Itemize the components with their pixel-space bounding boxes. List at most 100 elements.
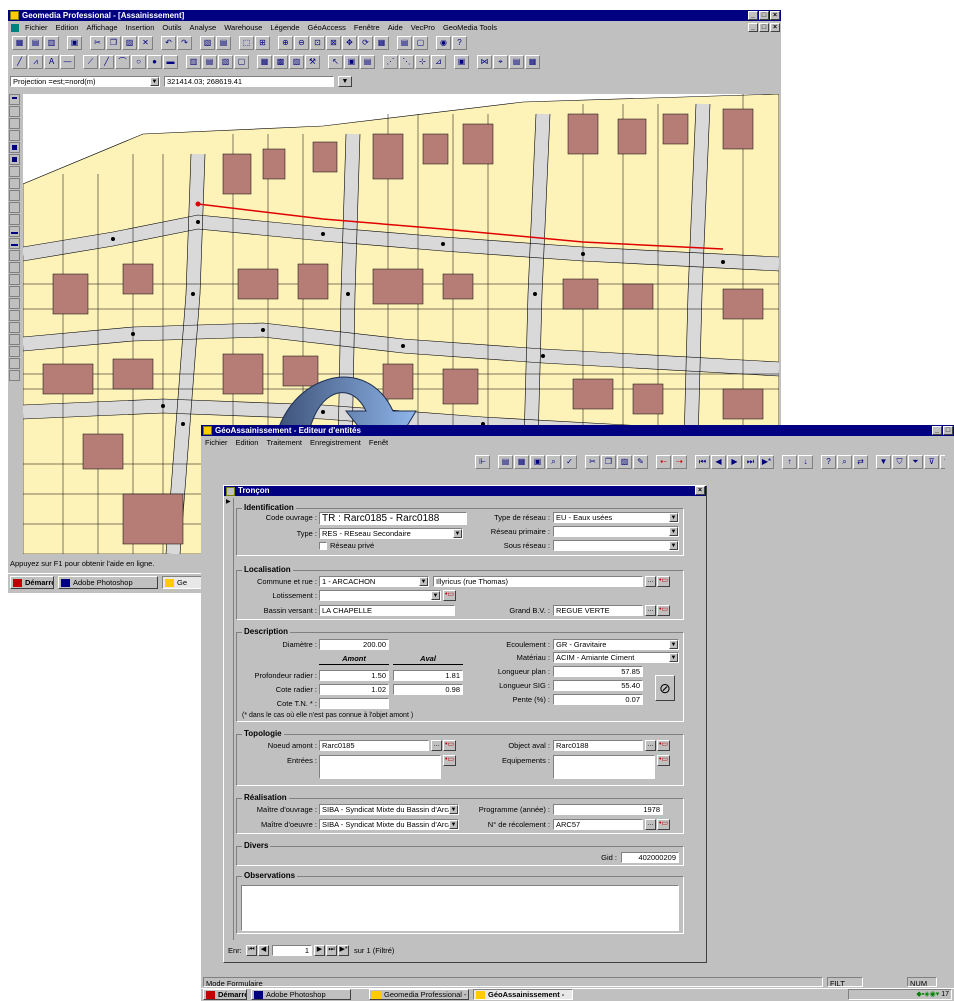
recolement-link-icon[interactable]: •▭ xyxy=(657,819,670,830)
layer-icon[interactable]: ▧ xyxy=(200,36,215,50)
doc-minimize-button[interactable]: _ xyxy=(748,23,758,32)
tray-icons[interactable]: ◆▪◈◉▾ xyxy=(916,991,939,998)
chevron-down-icon[interactable]: ▼ xyxy=(431,591,440,600)
geoaccess-icon[interactable]: ▦ xyxy=(525,55,540,69)
code-ouvrage-field[interactable]: TR : Rarc0185 - Rarc0188 xyxy=(319,512,467,525)
equipements-list[interactable] xyxy=(553,755,655,779)
taskbar-geoassainissement[interactable]: GéoAssainissement - xyxy=(473,989,573,1000)
grand-bv-field[interactable]: REGUE VERTE xyxy=(553,605,643,616)
first-record-icon[interactable]: ⏮ xyxy=(695,455,710,469)
replace-icon[interactable]: ⇄ xyxy=(853,455,868,469)
menu-edition[interactable]: Edition xyxy=(236,438,259,447)
format-painter-icon[interactable]: ✎ xyxy=(633,455,648,469)
editor-minimize-button[interactable]: _ xyxy=(932,426,942,435)
remove-filter-icon[interactable]: ⊽ xyxy=(924,455,939,469)
data-window-icon[interactable]: ▤ xyxy=(397,36,412,50)
attachment-button[interactable]: ⊘ xyxy=(655,675,675,701)
cut-icon[interactable]: ✂ xyxy=(585,455,600,469)
next-record-button[interactable]: ▶ xyxy=(314,945,325,956)
vertex-edit-icon[interactable]: ▤ xyxy=(360,55,375,69)
zoom-window-icon[interactable]: ⊡ xyxy=(310,36,325,50)
taskbar-photoshop[interactable]: Adobe Photoshop xyxy=(251,989,351,1000)
new-icon[interactable]: ▦ xyxy=(12,36,27,50)
report-icon[interactable]: ▤ xyxy=(509,55,524,69)
objet-aval-browse-button[interactable]: … xyxy=(645,740,656,751)
taskbar-geomedia[interactable]: Geomedia Professional - [A xyxy=(369,989,469,1000)
prev-record-icon[interactable]: ◀ xyxy=(711,455,726,469)
reseau-primaire-select[interactable]: ▼ xyxy=(553,526,679,537)
link-prev-icon[interactable]: ⇠ xyxy=(656,455,671,469)
link-next-icon[interactable]: ⇢ xyxy=(672,455,687,469)
rue-browse-button[interactable]: … xyxy=(645,576,656,587)
recolement-browse-button[interactable]: … xyxy=(645,819,656,830)
maitre-ouvrage-select[interactable]: SIBA - Syndicat Mixte du Bassin d'Arcac … xyxy=(319,804,459,815)
grand-bv-browse-button[interactable]: … xyxy=(645,605,656,616)
pointer-icon[interactable]: ↖ xyxy=(328,55,343,69)
redo-icon[interactable]: ↷ xyxy=(177,36,192,50)
polyline-tool-icon[interactable]: ⩘ xyxy=(28,55,43,69)
new-record-icon[interactable]: ▶* xyxy=(759,455,774,469)
profondeur-aval-field[interactable]: 1.81 xyxy=(393,670,463,681)
line-tool-icon[interactable]: ╱ xyxy=(12,55,27,69)
frame-tool-icon[interactable]: ▢ xyxy=(234,55,249,69)
commune-select[interactable]: 1 - ARCACHON ▼ xyxy=(319,576,429,587)
start-button[interactable]: Démarrer xyxy=(203,989,247,1000)
delete-icon[interactable]: ✕ xyxy=(138,36,153,50)
noeud-amont-link-icon[interactable]: •▭ xyxy=(443,740,456,751)
grid-tool-icon[interactable]: ▥ xyxy=(186,55,201,69)
chevron-down-icon[interactable]: ▼ xyxy=(669,640,678,649)
longueur-sig-field[interactable]: 55.40 xyxy=(553,680,643,691)
legend-icon[interactable]: ▤ xyxy=(216,36,231,50)
merge-tool-icon[interactable]: ▩ xyxy=(273,55,288,69)
map-window-icon[interactable]: ▦ xyxy=(374,36,389,50)
diametre-field[interactable]: 200.00 xyxy=(319,639,389,650)
help-icon[interactable]: ? xyxy=(452,36,467,50)
record-number-field[interactable]: 1 xyxy=(272,945,312,956)
reseau-prive-checkbox[interactable] xyxy=(319,542,327,550)
sort-asc-icon[interactable]: ↑ xyxy=(782,455,797,469)
insert-vertex-icon[interactable]: ⊹ xyxy=(415,55,430,69)
longueur-plan-field[interactable]: 57.85 xyxy=(553,666,643,677)
print-icon[interactable]: ▣ xyxy=(530,455,545,469)
paste-icon[interactable]: ▨ xyxy=(617,455,632,469)
select-icon[interactable]: ⬚ xyxy=(239,36,254,50)
doc-close-button[interactable]: × xyxy=(770,23,780,32)
vertical-toolbar-icons[interactable] xyxy=(9,94,21,394)
coordinate-dropdown-button[interactable]: ▼ xyxy=(338,76,352,87)
layout-icon[interactable]: ▢ xyxy=(413,36,428,50)
minimize-button[interactable]: _ xyxy=(748,11,758,20)
filter-icon[interactable]: ▽ xyxy=(940,455,945,469)
record-selector[interactable]: ▶ xyxy=(226,498,234,940)
menu-outils[interactable]: Outils xyxy=(162,23,181,32)
chevron-down-icon[interactable]: ▼ xyxy=(419,577,428,586)
coordinate-readout[interactable]: 321414.03; 268619.41 xyxy=(164,76,334,87)
chevron-down-icon[interactable]: ▼ xyxy=(150,77,159,86)
zoom-in-icon[interactable]: ⊕ xyxy=(278,36,293,50)
maximize-button[interactable]: □ xyxy=(759,11,769,20)
chevron-down-icon[interactable]: ▼ xyxy=(669,513,678,522)
pan-icon[interactable]: ✥ xyxy=(342,36,357,50)
type-reseau-select[interactable]: EU - Eaux usées ▼ xyxy=(553,512,679,523)
bar-tool-icon[interactable]: ▬ xyxy=(163,55,178,69)
menu-enregistrement[interactable]: Enregistrement xyxy=(310,438,361,447)
menu-affichage[interactable]: Affichage xyxy=(86,23,117,32)
paste-icon[interactable]: ▨ xyxy=(122,36,137,50)
menu-aide[interactable]: Aide xyxy=(388,23,403,32)
cote-radier-aval-field[interactable]: 0.98 xyxy=(393,684,463,695)
profondeur-amont-field[interactable]: 1.50 xyxy=(319,670,389,681)
lotissement-link-icon[interactable]: •▭ xyxy=(443,590,456,601)
lotissement-select[interactable]: ▼ xyxy=(319,590,441,601)
entrees-list[interactable] xyxy=(319,755,441,779)
trim-icon[interactable]: ⊿ xyxy=(431,55,446,69)
dimension-tool-icon[interactable]: — xyxy=(60,55,75,69)
menu-fichier[interactable]: Fichier xyxy=(25,23,48,32)
attribute-icon[interactable]: ▣ xyxy=(454,55,469,69)
sort-desc-icon[interactable]: ↓ xyxy=(798,455,813,469)
segment-tool-icon[interactable]: ╱ xyxy=(99,55,114,69)
chevron-down-icon[interactable]: ▼ xyxy=(453,529,462,538)
help-icon[interactable]: ? xyxy=(821,455,836,469)
copy-icon[interactable]: ❐ xyxy=(106,36,121,50)
taskbar-photoshop[interactable]: Adobe Photoshop xyxy=(58,576,158,589)
zoom-out-icon[interactable]: ⊖ xyxy=(294,36,309,50)
properties-icon[interactable]: ◉ xyxy=(436,36,451,50)
